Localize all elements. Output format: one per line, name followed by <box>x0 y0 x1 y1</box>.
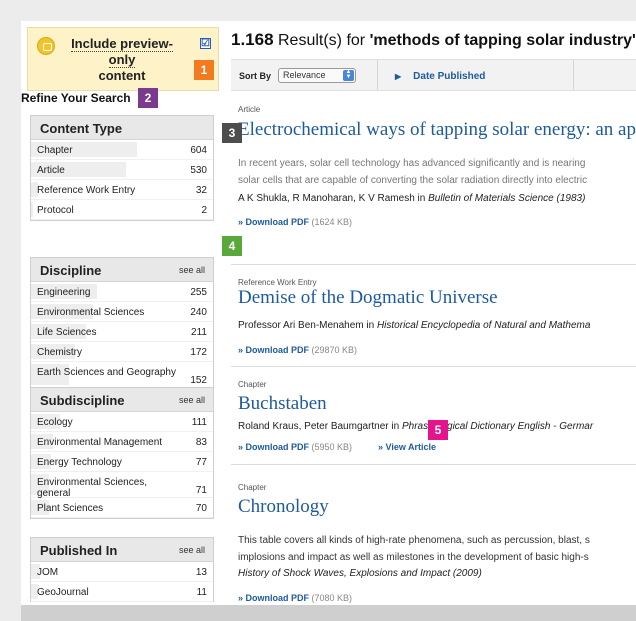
result-item: Chapter Chronology This table covers all… <box>231 465 636 605</box>
callout-badge-2: 2 <box>138 88 158 108</box>
facet-header: Subdiscipline see all <box>31 388 213 412</box>
facet-item[interactable]: GeoJournal 11 <box>31 582 213 602</box>
facet-header: Published In see all <box>31 538 213 562</box>
download-pdf-link[interactable]: » Download PDF (7080 KB) <box>238 593 352 603</box>
result-snippet: In recent years, solar cell technology h… <box>238 158 586 169</box>
facet-header: Content Type <box>31 116 213 140</box>
facet-item[interactable]: Article 530 <box>31 160 213 180</box>
result-title[interactable]: Demise of the Dogmatic Universe <box>238 287 498 309</box>
sort-by-label: Sort By <box>239 71 272 81</box>
divider <box>377 60 378 90</box>
facet-item[interactable]: Engineering 255 <box>31 282 213 302</box>
see-all-link[interactable]: see all <box>179 545 205 555</box>
callout-badge-4: 4 <box>222 236 242 256</box>
result-title[interactable]: Buchstaben <box>238 393 327 415</box>
see-all-link[interactable]: see all <box>179 265 205 275</box>
facet-discipline: Discipline see all Engineering 255 Envir… <box>30 257 214 389</box>
preview-only-label: Include preview-only content <box>71 36 173 83</box>
facet-item[interactable]: Chapter 604 <box>31 140 213 160</box>
page-frame: Include preview-only content ☑ 1 Refine … <box>21 21 636 605</box>
result-item: Article Electrochemical ways of tapping … <box>231 93 636 265</box>
facet-content-type: Content Type Chapter 604 Article 530 Ref… <box>30 115 214 221</box>
results-main: 1.168 Result(s) for 'methods of tapping … <box>231 21 636 605</box>
result-type: Chapter <box>238 483 267 492</box>
facet-item[interactable]: Chemistry 172 <box>31 342 213 362</box>
facet-item[interactable]: Earth Sciences and Geography 152 <box>31 362 213 388</box>
facet-item[interactable]: Environmental Sciences, general 71 <box>31 472 213 499</box>
sort-bar: Sort By Relevance ▲ ▼ ▶ Date Published <box>231 59 636 91</box>
facet-item[interactable]: JOM 13 <box>31 562 213 582</box>
sort-select[interactable]: Relevance ▲ ▼ <box>278 68 356 83</box>
result-source: History of Shock Waves, Explosions and I… <box>238 568 482 579</box>
result-item: Reference Work Entry Demise of the Dogma… <box>231 265 636 367</box>
facet-bar <box>31 202 33 217</box>
bottom-strip <box>21 605 636 621</box>
result-authors: A K Shukla, R Manoharan, K V Ramesh in B… <box>238 193 586 204</box>
callout-badge-3: 3 <box>222 123 242 143</box>
preview-only-toggle[interactable]: Include preview-only content ☑ <box>27 27 219 91</box>
divider <box>573 60 574 90</box>
refine-search-title: Refine Your Search <box>21 91 131 105</box>
result-type: Reference Work Entry <box>238 278 317 287</box>
facet-item[interactable]: Environmental Sciences 240 <box>31 302 213 322</box>
callout-badge-5: 5 <box>428 420 448 440</box>
facet-published-in: Published In see all JOM 13 GeoJournal 1… <box>30 537 214 602</box>
play-icon: ▶ <box>395 72 402 81</box>
see-all-link[interactable]: see all <box>179 395 205 405</box>
select-arrows-icon: ▲ ▼ <box>343 69 354 81</box>
preview-only-checkbox[interactable]: ☑ <box>200 38 211 49</box>
result-title[interactable]: Electrochemical ways of tapping solar en… <box>238 119 636 141</box>
download-pdf-link[interactable]: » Download PDF (1624 KB) <box>238 217 352 227</box>
left-sidebar: Include preview-only content ☑ 1 Refine … <box>21 21 223 605</box>
result-type: Chapter <box>238 380 267 389</box>
date-published-sort[interactable]: ▶ Date Published <box>395 71 485 82</box>
facet-item[interactable]: Life Sciences 211 <box>31 322 213 342</box>
facet-item[interactable]: Energy Technology 77 <box>31 452 213 472</box>
facet-header: Discipline see all <box>31 258 213 282</box>
result-authors: Roland Kraus, Peter Baumgartner in Phras… <box>238 421 594 432</box>
result-type: Article <box>238 105 261 114</box>
facet-item[interactable]: Environmental Management 83 <box>31 432 213 452</box>
result-title[interactable]: Chronology <box>238 496 329 518</box>
result-snippet: implosions and impact as well as milesto… <box>238 552 589 563</box>
facet-subdiscipline: Subdiscipline see all Ecology 111 Enviro… <box>30 387 214 519</box>
facet-item[interactable]: Ecology 111 <box>31 412 213 432</box>
result-authors: Professor Ari Ben-Menahem in Historical … <box>238 320 591 331</box>
download-pdf-link[interactable]: » Download PDF (5950 KB) <box>238 442 352 452</box>
download-pdf-link[interactable]: » Download PDF (29870 KB) <box>238 345 357 355</box>
result-item: Chapter Buchstaben Roland Kraus, Peter B… <box>231 367 636 465</box>
callout-badge-1: 1 <box>194 60 214 80</box>
facet-item[interactable]: Reference Work Entry 32 <box>31 180 213 200</box>
lock-icon <box>37 37 55 55</box>
facet-item[interactable]: Plant Sciences 70 <box>31 498 213 518</box>
facet-item[interactable]: Protocol 2 <box>31 200 213 220</box>
result-snippet: solar cells that are capable of converti… <box>238 175 588 186</box>
result-snippet: This table covers all kinds of high-rate… <box>238 535 590 546</box>
results-count: 1.168 Result(s) for 'methods of tapping … <box>231 30 636 49</box>
view-article-link[interactable]: » View Article <box>378 442 436 452</box>
